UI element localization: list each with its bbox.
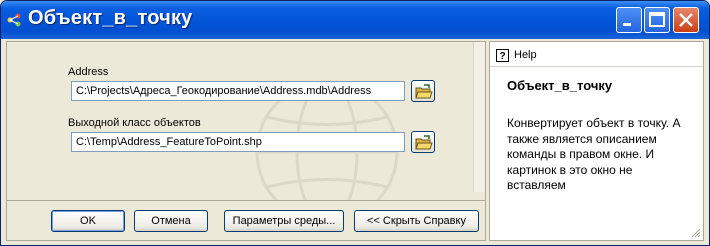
window-title: Объект_в_точку: [28, 7, 193, 29]
browse-output-button[interactable]: [411, 131, 435, 153]
tool-dialog-window: Объект_в_точку Address C:\Projects\Адрес…: [0, 0, 710, 246]
divider: [490, 66, 703, 67]
output-class-label: Выходной класс объектов: [68, 117, 201, 129]
help-body: Конвертирует объект в точку. А также явл…: [507, 116, 681, 192]
help-tab-label: Help: [514, 49, 537, 61]
resize-grip-icon[interactable]: [691, 228, 701, 238]
minimize-button[interactable]: [616, 7, 642, 33]
minimize-icon: [623, 23, 631, 26]
open-folder-icon: [415, 84, 433, 99]
help-question-icon: ?: [496, 49, 509, 62]
close-button[interactable]: [673, 7, 699, 33]
button-bar: OK Отмена Параметры среды... << Скрыть С…: [7, 200, 485, 240]
input-features-field[interactable]: C:\Projects\Адреса_Геокодирование\Addres…: [71, 81, 405, 101]
svg-text:?: ?: [499, 51, 505, 62]
maximize-button[interactable]: [644, 7, 670, 33]
vertical-scrollbar[interactable]: [473, 42, 485, 192]
browse-input-button[interactable]: [411, 80, 435, 102]
hide-help-button[interactable]: << Скрыть Справку: [354, 210, 479, 232]
cancel-button[interactable]: Отмена: [134, 210, 208, 232]
open-folder-icon: [415, 135, 433, 150]
output-class-field[interactable]: C:\Temp\Address_FeatureToPoint.shp: [71, 132, 405, 152]
arctoolbox-icon: [7, 13, 21, 27]
environments-button[interactable]: Параметры среды...: [224, 210, 344, 232]
input-features-label: Address: [68, 66, 109, 78]
title-bar[interactable]: Объект_в_точку: [1, 1, 709, 39]
parameters-panel: Address C:\Projects\Адреса_Геокодировани…: [6, 41, 486, 241]
close-icon: [679, 13, 693, 27]
ok-button[interactable]: OK: [51, 210, 125, 232]
help-title: Объект_в_точку: [507, 78, 613, 93]
help-tab[interactable]: ? Help: [494, 46, 542, 66]
help-panel: ? Help Объект_в_точку Конвертирует объек…: [489, 41, 704, 241]
maximize-icon: [649, 12, 665, 27]
